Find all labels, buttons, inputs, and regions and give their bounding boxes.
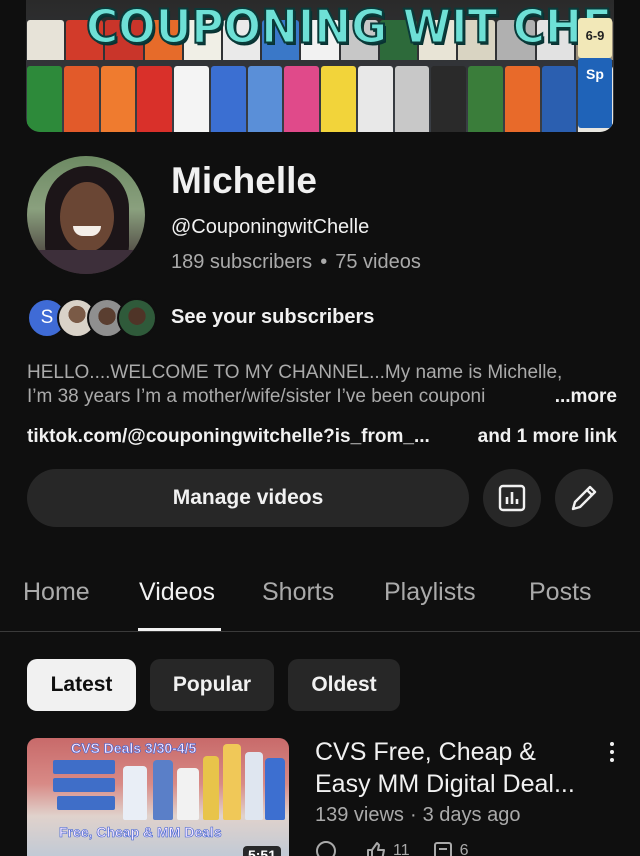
pencil-icon xyxy=(571,485,597,511)
subscriber-avatars[interactable]: S xyxy=(27,298,157,338)
channel-tabs: Home Videos Shorts Playlists Posts xyxy=(0,560,640,632)
video-title-line: Easy MM Digital Deal... xyxy=(315,770,575,798)
video-meta: 139 views · 3 days ago xyxy=(315,804,521,826)
video-views: 139 views xyxy=(315,804,404,826)
tab-videos[interactable]: Videos xyxy=(139,578,215,607)
globe-icon xyxy=(316,841,336,856)
subscriber-avatar xyxy=(117,298,157,338)
thumbnail-caption: Free, Cheap & MM Deals xyxy=(59,824,222,841)
manage-videos-button[interactable]: Manage videos xyxy=(27,469,469,527)
thumb-product xyxy=(223,744,241,820)
channel-links: tiktok.com/@couponingwitchelle?is_from_.… xyxy=(27,426,617,448)
channel-stats: 189 subscribers • 75 videos xyxy=(171,251,421,274)
channel-banner: COUPONING WIT CHELLE 6-9 Sp xyxy=(26,0,614,132)
more-vert-icon xyxy=(610,742,614,746)
thumb-product xyxy=(265,758,285,820)
see-subscribers-link[interactable]: See your subscribers xyxy=(171,306,374,329)
subscriber-count: 189 subscribers xyxy=(171,251,313,273)
thumbnail-caption: CVS Deals 3/30-4/5 xyxy=(71,740,197,757)
thumb-product xyxy=(245,752,263,820)
active-tab-indicator xyxy=(138,628,221,631)
tiktok-link[interactable]: tiktok.com/@couponingwitchelle?is_from_.… xyxy=(27,426,430,448)
comment-icon xyxy=(433,842,452,856)
video-count: 75 videos xyxy=(335,251,421,273)
separator: • xyxy=(320,251,328,273)
sort-chip-oldest[interactable]: Oldest xyxy=(288,659,400,711)
analytics-button[interactable] xyxy=(483,469,541,527)
edit-channel-button[interactable] xyxy=(555,469,613,527)
thumb-product xyxy=(177,768,199,820)
description-line: I’m 38 years I’m a mother/wife/sister I’… xyxy=(27,386,486,407)
thumbs-up-icon xyxy=(367,842,385,856)
banner-title: COUPONING WIT CHELLE xyxy=(85,0,614,55)
likes-stat: 11 xyxy=(365,840,410,856)
tab-playlists[interactable]: Playlists xyxy=(384,578,476,607)
tab-shorts[interactable]: Shorts xyxy=(262,578,334,607)
banner-shelf-bottom xyxy=(26,66,614,132)
more-links-link[interactable]: and 1 more link xyxy=(478,426,617,448)
tab-home[interactable]: Home xyxy=(23,578,90,607)
video-title-line: CVS Free, Cheap & xyxy=(315,738,536,766)
video-title[interactable]: CVS Free, Cheap & Easy MM Digital Deal..… xyxy=(315,736,595,800)
thumb-product xyxy=(123,766,147,820)
channel-description[interactable]: HELLO....WELCOME TO MY CHANNEL...My name… xyxy=(27,361,617,409)
thumb-product xyxy=(53,778,115,792)
sort-chip-popular[interactable]: Popular xyxy=(150,659,274,711)
comments-stat: 6 xyxy=(432,840,469,856)
description-line: HELLO....WELCOME TO MY CHANNEL...My name… xyxy=(27,362,563,383)
thumb-product xyxy=(53,760,115,774)
video-menu-button[interactable] xyxy=(605,740,619,764)
sort-chip-latest[interactable]: Latest xyxy=(27,659,136,711)
banner-product-label: 6-9 xyxy=(578,18,612,58)
channel-avatar[interactable] xyxy=(27,156,145,274)
video-thumbnail[interactable]: CVS Deals 3/30-4/5 Free, Cheap & MM Deal… xyxy=(27,738,289,856)
thumb-product xyxy=(153,760,173,820)
banner-product-label: Sp xyxy=(578,58,612,128)
channel-name: Michelle xyxy=(171,160,317,201)
analytics-icon xyxy=(498,484,526,512)
channel-handle: @CouponingwitChelle xyxy=(171,216,370,238)
thumb-product xyxy=(57,796,115,810)
video-age: 3 days ago xyxy=(422,804,521,826)
visibility-stat xyxy=(315,840,343,856)
video-duration: 5:51 xyxy=(242,846,281,856)
tab-posts[interactable]: Posts xyxy=(529,578,592,607)
thumb-product xyxy=(203,756,219,820)
video-stats: 11 6 xyxy=(315,840,469,856)
more-link[interactable]: ...more xyxy=(555,385,617,409)
